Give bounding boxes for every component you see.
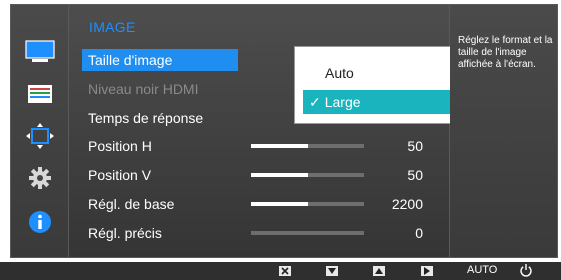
h-position-slider[interactable] [251, 144, 364, 148]
screen-size-icon[interactable] [20, 119, 60, 153]
coarse-slider[interactable] [251, 202, 364, 206]
v-position-value: 50 [407, 167, 423, 183]
help-panel: Réglez le format et la taille de l'image… [450, 4, 558, 258]
menu-item-image-size[interactable]: Taille d'image [82, 49, 238, 71]
slider-fill [251, 173, 308, 177]
image-menu-panel: IMAGE Taille d'image Niveau noir HDMI Te… [68, 4, 484, 258]
menu-item-response-time[interactable]: Temps de réponse [82, 107, 232, 129]
picture-icon[interactable] [20, 35, 60, 69]
button-guide-bar: AUTO [0, 262, 561, 280]
osd-menu: IMAGE Taille d'image Niveau noir HDMI Te… [10, 4, 558, 258]
menu-item-fine[interactable]: Régl. précis [82, 222, 232, 244]
menu-item-h-position[interactable]: Position H [82, 135, 232, 157]
slider-fill [251, 202, 308, 206]
settings-gear-icon[interactable] [20, 161, 60, 195]
menu-title: IMAGE [89, 19, 136, 35]
close-icon[interactable] [279, 266, 291, 276]
menu-item-v-position[interactable]: Position V [82, 164, 232, 186]
up-arrow-icon[interactable] [373, 266, 385, 276]
menu-item-coarse[interactable]: Régl. de base [82, 193, 232, 215]
power-icon[interactable] [519, 263, 533, 277]
enter-icon[interactable] [421, 266, 433, 276]
down-arrow-icon[interactable] [326, 266, 338, 276]
auto-button[interactable]: AUTO [467, 264, 497, 276]
option-large-label: Large [324, 94, 361, 110]
help-text: Réglez le format et la taille de l'image… [458, 35, 553, 70]
h-position-value: 50 [407, 138, 423, 154]
fine-value: 0 [415, 225, 423, 241]
coarse-value: 2200 [391, 196, 423, 212]
v-position-slider[interactable] [251, 173, 364, 177]
information-icon[interactable] [20, 205, 60, 239]
menu-item-hdmi-black-level: Niveau noir HDMI [88, 81, 199, 97]
category-sidebar [10, 4, 68, 258]
fine-slider[interactable] [251, 231, 364, 235]
slider-fill [251, 144, 308, 148]
color-icon[interactable] [20, 77, 60, 111]
checkmark-icon: ✓ [309, 94, 321, 110]
